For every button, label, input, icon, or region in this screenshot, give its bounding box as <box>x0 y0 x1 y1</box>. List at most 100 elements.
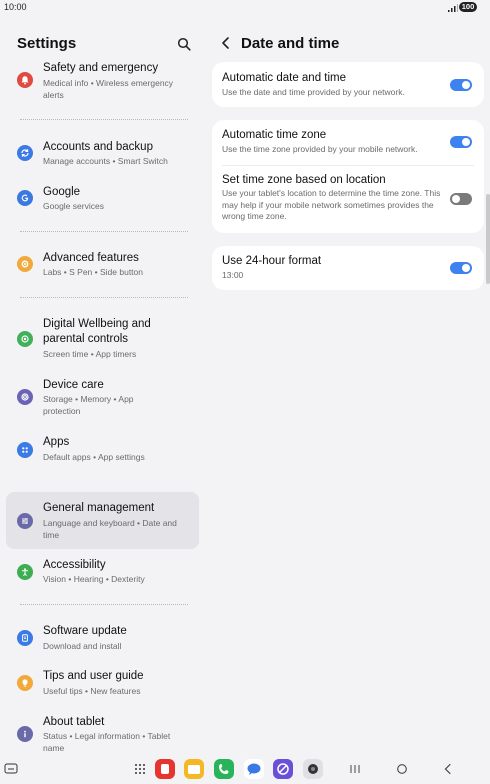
camera-app-icon[interactable] <box>155 759 175 779</box>
settings-card: Use 24-hour format 13:00 <box>212 246 484 290</box>
lightbulb-icon <box>17 675 33 691</box>
scroll-handle[interactable] <box>486 194 490 284</box>
setting-label: Set time zone based on location <box>222 174 386 186</box>
divider <box>20 119 188 120</box>
messages-icon[interactable] <box>244 759 264 779</box>
settings-item-sub: Language and keyboard • Date and time <box>43 518 177 540</box>
settings-item-label: Advanced features <box>43 252 139 264</box>
settings-item-google[interactable]: Google Google services <box>6 179 199 219</box>
settings-item-sub: Screen time • App timers <box>43 349 137 359</box>
settings-item-label: Safety and emergency <box>43 62 159 74</box>
toggle-knob <box>462 138 470 146</box>
settings-item-sub: Download and install <box>43 641 122 651</box>
navigation-bar <box>0 754 490 784</box>
settings-item-accessibility[interactable]: Accessibility Vision • Hearing • Dexteri… <box>6 555 199 595</box>
setting-label: Automatic time zone <box>222 129 327 141</box>
settings-item-label: Tips and user guide <box>43 670 144 682</box>
setting-description: Use the date and time provided by your n… <box>222 87 405 97</box>
update-icon <box>17 630 33 646</box>
toggle-knob <box>452 195 460 203</box>
use-24-hour-toggle[interactable] <box>450 262 472 274</box>
setting-description: 13:00 <box>222 270 244 280</box>
settings-card: Automatic date and time Use the date and… <box>212 62 484 107</box>
apps-icon <box>17 442 33 458</box>
info-icon <box>17 726 33 742</box>
settings-item-accounts-backup[interactable]: Accounts and backup Manage accounts • Sm… <box>6 134 199 174</box>
time-zone-location-row[interactable]: Set time zone based on location Use your… <box>212 166 484 232</box>
settings-item-sub: Google services <box>43 201 104 211</box>
settings-item-advanced-features[interactable]: Advanced features Labs • S Pen • Side bu… <box>6 245 199 285</box>
automatic-time-zone-toggle[interactable] <box>450 136 472 148</box>
settings-item-software-update[interactable]: Software update Download and install <box>6 620 199 660</box>
settings-item-sub: Storage • Memory • App protection <box>43 394 134 416</box>
phone-icon[interactable] <box>214 759 234 779</box>
setting-description: Use the time zone provided by your mobil… <box>222 144 418 154</box>
settings-item-sub: Status • Legal information • Tablet name <box>43 731 171 753</box>
divider <box>20 604 188 605</box>
settings-item-apps[interactable]: Apps Default apps • App settings <box>6 431 199 471</box>
settings-item-label: Apps <box>43 436 70 448</box>
back-arrow-icon[interactable] <box>220 36 232 50</box>
accessibility-icon <box>17 564 33 580</box>
page-title: Date and time <box>241 35 340 52</box>
settings-item-about-tablet[interactable]: About tablet Status • Legal information … <box>6 712 199 754</box>
settings-item-tips-guide[interactable]: Tips and user guide Useful tips • New fe… <box>6 665 199 705</box>
settings-item-sub: Useful tips • New features <box>43 686 141 696</box>
camera-icon[interactable] <box>303 759 323 779</box>
settings-item-general-management[interactable]: General management Language and keyboard… <box>6 492 199 549</box>
my-files-icon[interactable] <box>184 759 204 779</box>
date-time-pane: Date and time Automatic date and time Us… <box>206 24 490 754</box>
back-button[interactable] <box>440 760 456 778</box>
settings-item-sub: Default apps • App settings <box>43 452 145 462</box>
settings-item-label: Device care <box>43 379 104 391</box>
setting-description: Use your tablet's location to determine … <box>222 188 441 221</box>
settings-item-label: About tablet <box>43 716 105 728</box>
gear-plus-icon <box>17 256 33 272</box>
setting-label: Use 24-hour format <box>222 255 322 267</box>
settings-item-sub: Vision • Hearing • Dexterity <box>43 574 145 584</box>
sync-icon <box>17 145 33 161</box>
toggle-knob <box>462 264 470 272</box>
recents-button[interactable] <box>347 760 363 778</box>
date-time-header: Date and time <box>206 24 490 62</box>
automatic-time-zone-row[interactable]: Automatic time zone Use the time zone pr… <box>212 120 484 164</box>
settings-item-safety-emergency[interactable]: Safety and emergency Medical info • Wire… <box>6 60 199 102</box>
page-title: Settings <box>17 35 77 52</box>
settings-item-label: Accessibility <box>43 559 106 571</box>
app-drawer-icon[interactable] <box>132 760 148 778</box>
settings-item-label: General management <box>43 502 155 514</box>
setting-label: Automatic date and time <box>222 72 347 84</box>
settings-item-label: Google <box>43 186 81 198</box>
toggle-knob <box>462 81 470 89</box>
settings-header: Settings <box>0 24 206 62</box>
divider <box>20 231 188 232</box>
settings-item-digital-wellbeing[interactable]: Digital Wellbeing and parental controls … <box>6 314 199 364</box>
device-care-icon <box>17 389 33 405</box>
settings-item-sub: Manage accounts • Smart Switch <box>43 156 168 166</box>
settings-item-label: Accounts and backup <box>43 141 153 153</box>
use-24-hour-row[interactable]: Use 24-hour format 13:00 <box>212 246 484 290</box>
settings-item-label: Software update <box>43 625 127 637</box>
signal-icon <box>448 4 458 12</box>
sliders-icon <box>17 513 33 529</box>
settings-list-pane: Settings Safety and emergency Medical in… <box>0 24 206 754</box>
settings-item-device-care[interactable]: Device care Storage • Memory • App prote… <box>6 374 199 420</box>
status-time: 10:00 <box>4 2 27 12</box>
keyboard-icon[interactable] <box>4 760 18 778</box>
automatic-date-time-toggle[interactable] <box>450 79 472 91</box>
battery-icon: 100 <box>459 2 477 12</box>
automatic-date-time-row[interactable]: Automatic date and time Use the date and… <box>212 62 484 107</box>
google-icon <box>17 190 33 206</box>
settings-card: Automatic time zone Use the time zone pr… <box>212 120 484 233</box>
wellbeing-icon <box>17 331 33 347</box>
search-icon[interactable] <box>177 37 191 51</box>
bell-icon <box>17 72 33 88</box>
divider <box>20 297 188 298</box>
settings-item-label: Digital Wellbeing and parental controls <box>43 318 151 345</box>
home-button[interactable] <box>394 760 410 778</box>
time-zone-location-toggle[interactable] <box>450 193 472 205</box>
internet-icon[interactable] <box>273 759 293 779</box>
status-bar: 10:00 100 <box>0 0 490 18</box>
settings-item-sub: Medical info • Wireless emergency alerts <box>43 78 174 100</box>
settings-item-sub: Labs • S Pen • Side button <box>43 267 143 277</box>
